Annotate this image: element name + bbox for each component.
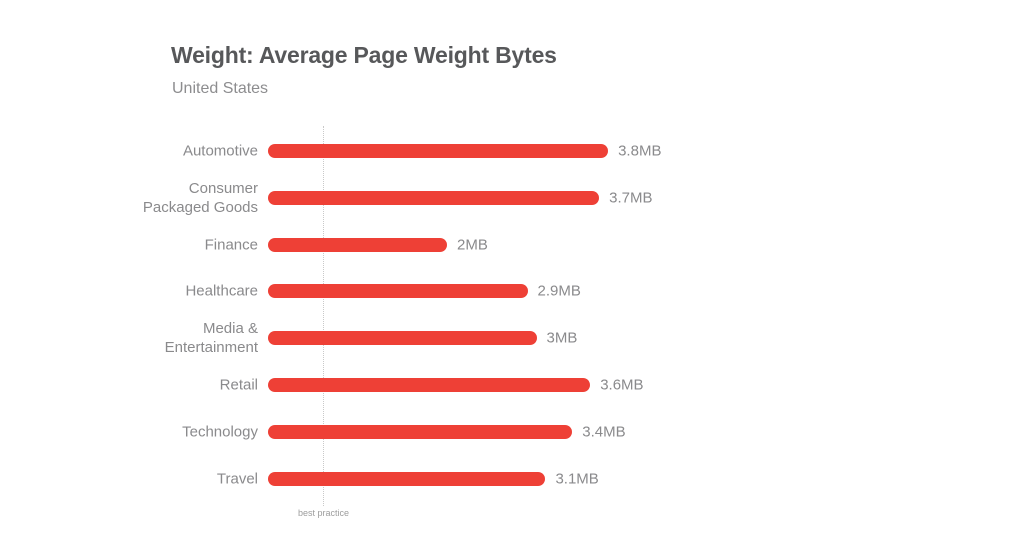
bar-value-label: 2.9MB [537, 282, 581, 300]
bar[interactable] [268, 284, 528, 299]
bar-row[interactable]: Travel 3.1MB [0, 459, 1024, 499]
bar-row[interactable]: Retail 3.6MB [0, 365, 1024, 405]
category-label: Technology [182, 423, 258, 441]
category-label: Retail [219, 376, 258, 394]
page-weight-chart: Weight: Average Page Weight Bytes United… [0, 0, 1024, 536]
category-label: Consumer Packaged Goods [142, 179, 258, 216]
bar-row[interactable]: Finance 2MB [0, 225, 1024, 265]
bar-value-label: 3.4MB [582, 423, 626, 441]
bar[interactable] [268, 190, 600, 205]
bar-value-label: 3.8MB [618, 142, 662, 160]
bar[interactable] [268, 144, 609, 158]
bar[interactable] [268, 378, 591, 392]
category-label: Automotive [182, 142, 258, 160]
bar-fill [268, 378, 591, 392]
bar[interactable] [268, 237, 447, 252]
bar[interactable] [268, 471, 546, 486]
bar[interactable] [268, 424, 573, 439]
bar-row[interactable]: Consumer Packaged Goods 3.7MB [0, 178, 1024, 218]
bar[interactable] [268, 331, 537, 346]
bar-value-label: 3.7MB [609, 189, 653, 207]
category-label: Media & Entertainment [164, 320, 258, 357]
bar-fill [268, 471, 546, 486]
bar-fill [268, 284, 528, 299]
bar-value-label: 2MB [457, 236, 488, 254]
bar-fill [268, 424, 573, 439]
bar-fill [268, 144, 609, 158]
bar-value-label: 3MB [546, 329, 578, 347]
bar-row[interactable]: Technology 3.4MB [0, 412, 1024, 452]
bar-fill [268, 331, 537, 346]
bar-fill [268, 237, 447, 252]
bar-row[interactable]: Automotive 3.8MB [0, 131, 1024, 171]
category-label: Travel [216, 470, 258, 488]
category-label: Finance [204, 236, 258, 254]
bar-fill [268, 190, 600, 205]
category-label: Healthcare [185, 282, 258, 300]
plot-area: best practice Automotive 3.8MB Consumer Pa… [0, 0, 1024, 536]
bar-row[interactable]: Media & Entertainment 3MB [0, 318, 1024, 358]
best-practice-label: best practice [297, 508, 349, 518]
bar-value-label: 3.1MB [555, 470, 599, 488]
bar-value-label: 3.6MB [600, 376, 644, 394]
bar-row[interactable]: Healthcare 2.9MB [0, 271, 1024, 311]
